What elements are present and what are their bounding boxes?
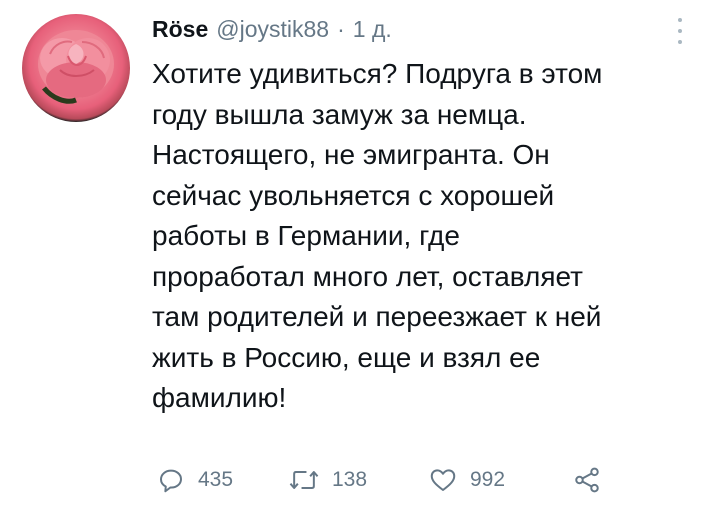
heart-icon xyxy=(430,469,456,491)
tweet[interactable]: Röse @joystik88 · 1 д. Хотите удивиться?… xyxy=(0,0,720,519)
more-vertical-icon[interactable] xyxy=(670,18,690,44)
like-count: 992 xyxy=(470,468,506,491)
retweet-button[interactable]: 138 xyxy=(288,460,367,500)
reply-icon xyxy=(160,469,182,493)
share-icon xyxy=(575,467,599,493)
tweet-text: Хотите удивиться? Подруга в этом году вы… xyxy=(152,54,707,419)
tweet-text-line: работы в Германии, где xyxy=(152,220,460,251)
author-handle[interactable]: @joystik88 xyxy=(216,16,329,43)
tweet-text-line: там родителей и переезжает к ней xyxy=(152,301,602,332)
reply-count: 435 xyxy=(198,468,234,491)
avatar[interactable] xyxy=(22,14,130,122)
tweet-text-line: жить в Россию, еще и взял ее xyxy=(152,341,541,373)
like-button[interactable]: 992 xyxy=(428,460,505,500)
retweet-count: 138 xyxy=(332,468,368,491)
separator-dot: · xyxy=(337,16,345,42)
author-name[interactable]: Röse xyxy=(152,16,208,43)
tweet-text-line: Хотите удивиться? Подруга в этом xyxy=(152,58,603,89)
tweet-text-line: Настоящего, не эмигранта. Он xyxy=(152,139,550,170)
share-button[interactable] xyxy=(572,460,602,500)
tweet-actions: 435 138 992 xyxy=(152,460,672,500)
tweet-header: Röse @joystik88 · 1 д. xyxy=(152,16,392,48)
timestamp[interactable]: 1 д. xyxy=(353,16,392,43)
reply-button[interactable]: 435 xyxy=(156,460,233,500)
tweet-text-line: проработал много лет, оставляет xyxy=(152,260,583,292)
rose-image xyxy=(38,30,114,104)
tweet-text-line: сейчас увольняется с хорошей xyxy=(152,179,555,211)
tweet-text-line: фамилию! xyxy=(152,382,287,413)
retweet-icon xyxy=(289,471,319,489)
tweet-text-line: году вышла замуж за немца. xyxy=(152,98,527,130)
